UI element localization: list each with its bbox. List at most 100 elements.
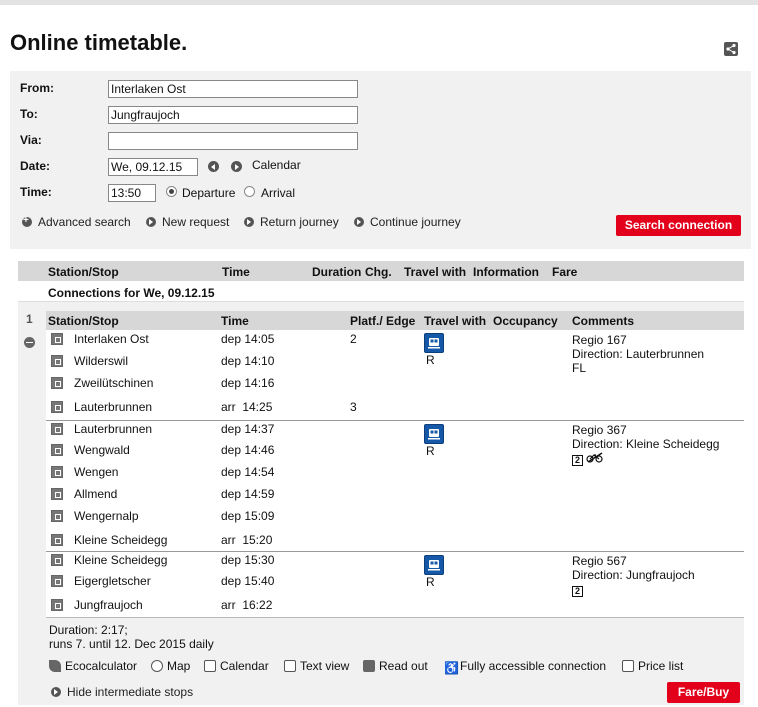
ecocalculator-label: Ecocalculator <box>65 659 138 673</box>
stop-icon[interactable] <box>51 444 63 456</box>
continue-journey-label: Continue journey <box>370 215 461 229</box>
stop-icon[interactable] <box>51 534 63 546</box>
map-link[interactable]: Map <box>151 659 190 673</box>
next-day-icon[interactable] <box>231 161 242 172</box>
hide-stops-link[interactable]: Hide intermediate stops <box>51 685 193 699</box>
advanced-search-link[interactable]: Advanced search <box>22 215 131 229</box>
to-label: To: <box>20 107 38 121</box>
dcol-time: Time <box>221 314 249 328</box>
results-panel: Station/Stop Time Duration Chg. Travel w… <box>18 261 744 705</box>
col-time: Time <box>222 265 250 279</box>
stop-time: dep 15:30 <box>221 553 275 567</box>
arrow-right-icon <box>354 217 364 227</box>
arrow-right-icon <box>51 687 61 697</box>
new-request-link[interactable]: New request <box>146 215 229 229</box>
train-number[interactable]: Regio 167 <box>572 333 627 347</box>
stop-name: Wilderswil <box>74 354 128 368</box>
continue-journey-link[interactable]: Continue journey <box>354 215 461 229</box>
collapse-icon[interactable] <box>24 337 35 348</box>
stop-name: Wengwald <box>74 443 130 457</box>
date-field[interactable] <box>108 158 198 176</box>
read-out-link[interactable]: Read out <box>363 659 428 673</box>
col-travel: Travel with <box>404 265 467 279</box>
train-direction: Direction: Jungfraujoch <box>572 568 695 582</box>
col-duration: Duration <box>312 265 362 279</box>
stop-name: Interlaken Ost <box>74 332 149 346</box>
segment-comment: Regio 167 Direction: Lauterbrunnen FL <box>572 333 704 375</box>
stop-row: Allmend dep 14:59 <box>46 486 744 508</box>
map-label: Map <box>167 659 191 673</box>
return-journey-label: Return journey <box>260 215 339 229</box>
divider <box>46 617 744 618</box>
train-category: R <box>426 444 435 458</box>
stop-name: Allmend <box>74 487 118 501</box>
stop-icon[interactable] <box>51 401 63 413</box>
stop-icon[interactable] <box>51 466 63 478</box>
calendar-tool-link[interactable]: Calendar <box>204 659 269 673</box>
stop-icon[interactable] <box>51 599 63 611</box>
stop-icon[interactable] <box>51 423 63 435</box>
no-bicycle-icon <box>586 452 603 463</box>
stop-icon[interactable] <box>51 377 63 389</box>
to-field[interactable] <box>108 106 358 124</box>
train-category: R <box>426 575 435 589</box>
train-category: R <box>426 353 435 367</box>
fare-buy-button[interactable]: Fare/Buy <box>667 682 740 703</box>
stop-row: Wengen dep 14:54 <box>46 464 744 486</box>
segment-1: Interlaken Ost dep 14:05 2 Wilderswil dep 1… <box>46 330 744 420</box>
accessible-connection-label: Fully accessible connection <box>460 659 607 673</box>
train-number[interactable]: Regio 567 <box>572 554 627 568</box>
stop-icon[interactable] <box>51 575 63 587</box>
stop-time: dep 15:40 <box>221 574 275 588</box>
date-label: Date: <box>20 159 51 173</box>
stop-platform: 3 <box>350 400 357 414</box>
calendar-tool-label: Calendar <box>220 659 269 673</box>
stop-icon[interactable] <box>51 554 63 566</box>
stop-icon[interactable] <box>51 510 63 522</box>
segment-comment: Regio 367 Direction: Kleine Scheidegg 2 <box>572 423 719 466</box>
arrival-label: Arrival <box>261 186 296 200</box>
calendar-link[interactable]: Calendar <box>252 158 301 172</box>
time-label: Time: <box>20 185 52 199</box>
stop-time: arr 16:22 <box>221 598 273 612</box>
train-icon[interactable] <box>424 333 444 353</box>
stop-name: Kleine Scheidegg <box>74 533 168 547</box>
stop-platform: 2 <box>350 332 357 346</box>
from-field[interactable] <box>108 80 358 98</box>
from-label: From: <box>20 81 54 95</box>
segment-comment: Regio 567 Direction: Jungfraujoch 2 <box>572 554 695 597</box>
text-view-link[interactable]: Text view <box>284 659 349 673</box>
arrival-radio[interactable] <box>244 186 255 197</box>
price-list-link[interactable]: Price list <box>622 659 683 673</box>
accessible-connection-link[interactable]: ♿Fully accessible connection <box>444 659 606 674</box>
share-icon[interactable] <box>724 42 738 56</box>
stop-time: dep 14:16 <box>221 376 275 390</box>
train-icon[interactable] <box>424 424 444 444</box>
via-field[interactable] <box>108 132 358 150</box>
departure-label: Departure <box>182 186 236 200</box>
calendar-icon <box>204 660 216 672</box>
arrow-right-icon <box>244 217 254 227</box>
stop-name: Eigergletscher <box>74 574 151 588</box>
train-icon[interactable] <box>424 555 444 575</box>
dcol-platform: Platf./ Edge <box>350 314 416 328</box>
read-out-icon <box>363 660 375 672</box>
departure-radio[interactable] <box>166 186 177 197</box>
stop-icon[interactable] <box>51 488 63 500</box>
stop-time: dep 14:10 <box>221 354 275 368</box>
stop-icon[interactable] <box>51 333 63 345</box>
train-number[interactable]: Regio 367 <box>572 423 627 437</box>
time-field[interactable] <box>108 184 156 202</box>
search-connection-button[interactable]: Search connection <box>616 215 741 236</box>
stop-time: dep 14:54 <box>221 465 275 479</box>
return-journey-link[interactable]: Return journey <box>244 215 339 229</box>
stop-name: Lauterbrunnen <box>74 422 153 436</box>
prev-day-icon[interactable] <box>208 161 219 172</box>
col-chg: Chg. <box>365 265 392 279</box>
stop-icon[interactable] <box>51 355 63 367</box>
duration-text: Duration: 2:17; <box>49 623 128 637</box>
stop-time: dep 14:37 <box>221 422 275 436</box>
ecocalculator-link[interactable]: Ecocalculator <box>49 659 137 673</box>
stop-time: dep 14:05 <box>221 332 275 346</box>
new-request-label: New request <box>162 215 230 229</box>
